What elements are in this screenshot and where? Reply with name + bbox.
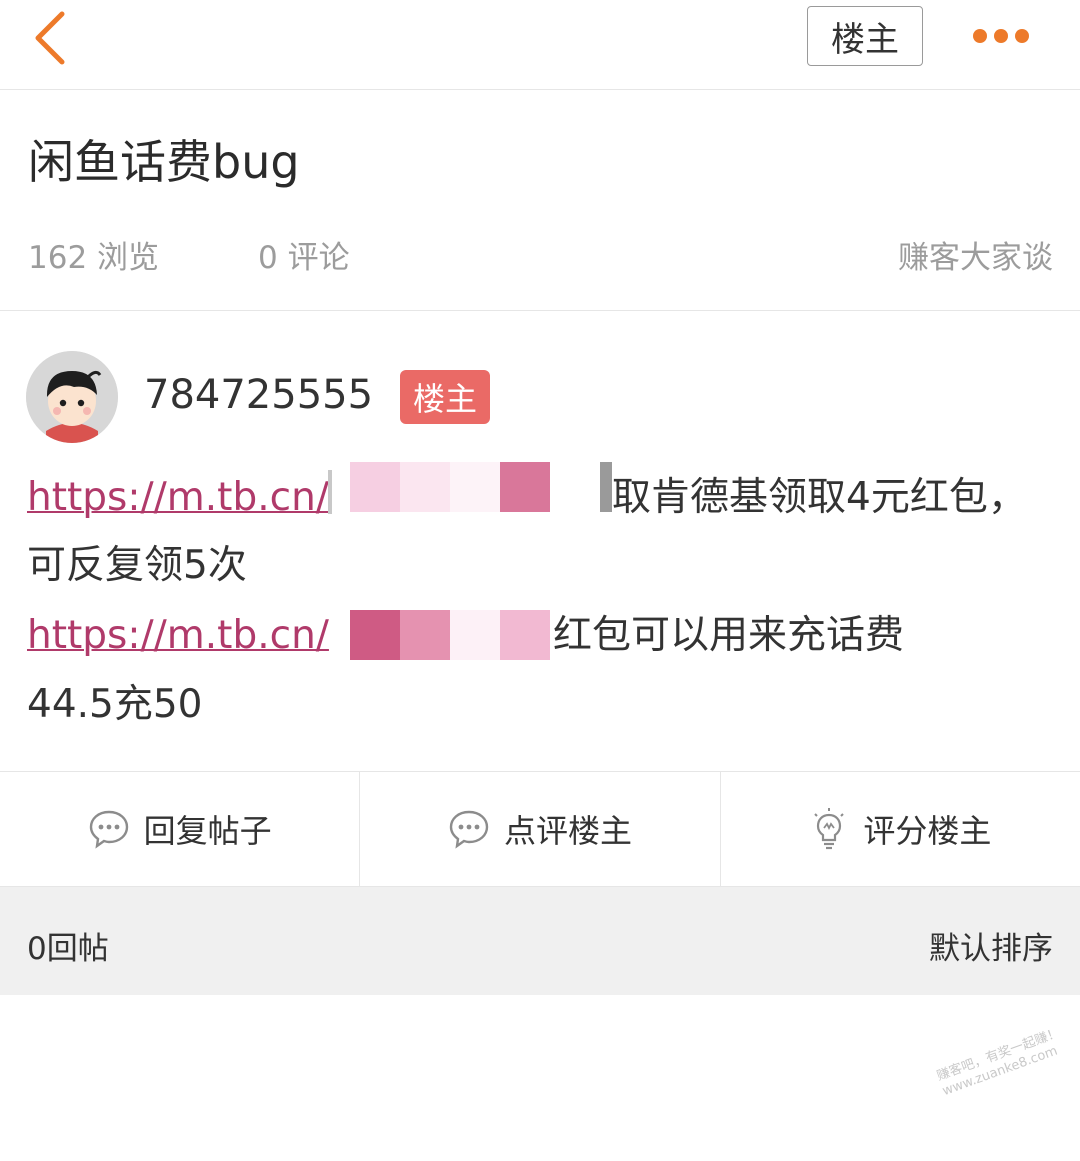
redacted-region (450, 610, 500, 660)
sort-button[interactable]: 默认排序 (929, 923, 1053, 968)
divider (0, 310, 1080, 311)
more-dot (994, 29, 1008, 43)
watermark: 赚客吧，有奖一起赚！ www.zuanke8.com (935, 1026, 1068, 1101)
redacted-region (600, 462, 612, 512)
view-count: 162 浏览 (28, 240, 160, 276)
redacted-region (350, 610, 400, 660)
avatar-cartoon-icon (26, 351, 118, 443)
lightbulb-icon (814, 808, 845, 850)
op-badge: 楼主 (400, 370, 490, 424)
redacted-region (400, 610, 450, 660)
rate-op-button[interactable]: 评分楼主 (721, 772, 1080, 886)
content-text-1: 取肯德基领取4元红包， (612, 475, 1027, 520)
comment-op-label: 点评楼主 (503, 812, 632, 850)
comment-op-button[interactable]: 点评楼主 (360, 772, 721, 886)
more-button[interactable] (965, 16, 1037, 56)
post-title: 闲鱼话费bug (28, 135, 300, 189)
chat-bubble-icon (89, 810, 128, 849)
more-dot (1015, 29, 1029, 43)
more-dots-icon (973, 29, 987, 43)
redacted-region (350, 462, 400, 512)
content-text-2: 可反复领5次 (27, 543, 247, 588)
reply-post-label: 回复帖子 (143, 812, 272, 850)
reply-post-button[interactable]: 回复帖子 (0, 772, 361, 886)
redacted-region (400, 462, 450, 512)
avatar[interactable] (26, 351, 118, 443)
back-button[interactable] (24, 8, 80, 68)
username[interactable]: 784725555 (144, 372, 373, 418)
redacted-region (500, 610, 550, 660)
content-link-1[interactable]: https://m.tb.cn/ (27, 474, 329, 522)
redacted-region (450, 462, 500, 512)
replies-header: 0回帖 默认排序 (0, 887, 1080, 995)
board-link[interactable]: 赚客大家谈 (898, 232, 1053, 277)
top-bar: 楼主 (0, 0, 1080, 90)
only-op-button[interactable]: 楼主 (807, 6, 923, 66)
content-text-4: 44.5充50 (27, 682, 203, 727)
redacted-region (328, 470, 332, 514)
chat-bubble-icon (449, 810, 489, 849)
comment-count: 0 评论 (258, 240, 350, 276)
redacted-region (500, 462, 550, 512)
action-bar: 回复帖子 点评楼主 评分楼主 (0, 771, 1080, 887)
reply-count: 0回帖 (27, 931, 109, 967)
rate-op-label: 评分楼主 (863, 812, 992, 850)
content-link-2[interactable]: https://m.tb.cn/ (27, 612, 329, 660)
chevron-left-icon (35, 11, 65, 65)
content-text-3: 红包可以用来充话费 (553, 613, 905, 658)
